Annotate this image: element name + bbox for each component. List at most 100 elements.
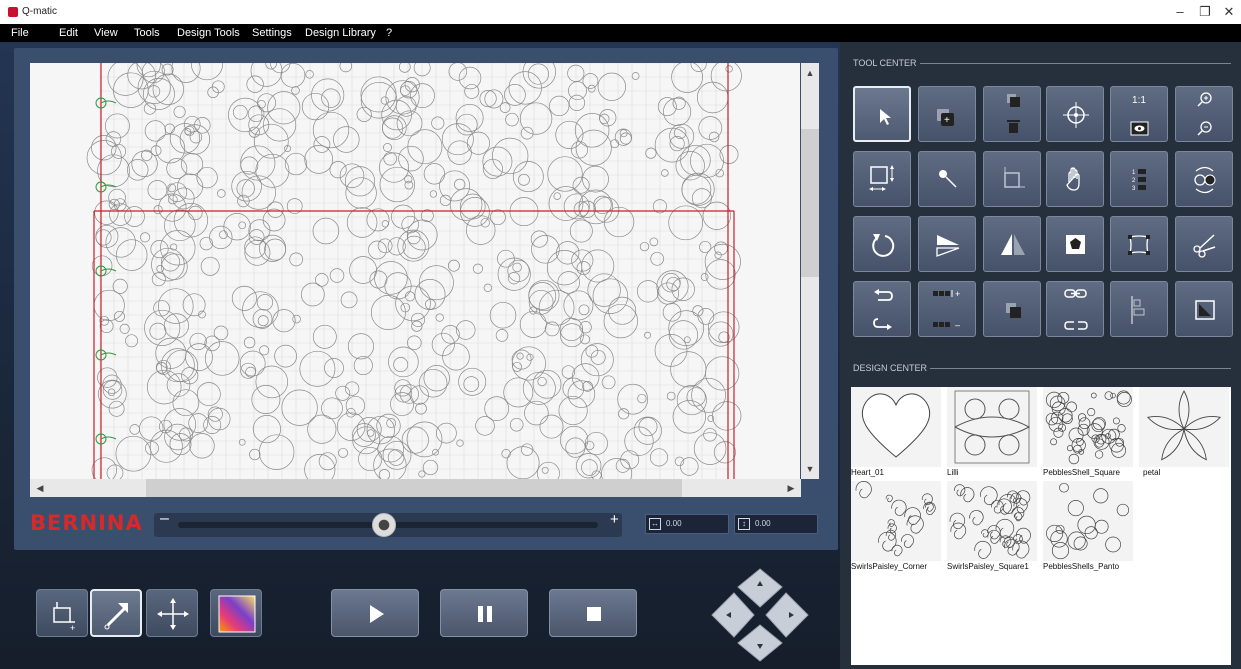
dpad-up-button[interactable] xyxy=(737,568,783,608)
menu-design-library[interactable]: Design Library xyxy=(305,27,376,39)
set-origin-button[interactable] xyxy=(1046,86,1104,142)
pause-button[interactable] xyxy=(440,589,528,637)
design-name: SwirlsPaisley_Square1 xyxy=(947,562,1029,571)
stitch-start-marker-icon[interactable] xyxy=(95,433,117,445)
vertical-scrollbar[interactable]: ▲ ▼ xyxy=(801,63,819,479)
crop-button[interactable] xyxy=(983,151,1041,207)
svg-text:+: + xyxy=(70,623,75,633)
scissors-icon xyxy=(1193,234,1216,258)
design-name: PebblesShell_Square xyxy=(1043,468,1120,477)
menu-design-tools[interactable]: Design Tools xyxy=(177,27,240,39)
rotate-button[interactable] xyxy=(853,216,911,272)
scroll-right-icon[interactable]: ▶ xyxy=(783,479,799,497)
skew-button[interactable] xyxy=(918,216,976,272)
duplicate-delete-button[interactable] xyxy=(983,86,1041,142)
y-coordinate-field[interactable]: ↕ 0.00 xyxy=(734,514,818,534)
link-unlink-button[interactable] xyxy=(1046,281,1104,337)
resize-button[interactable] xyxy=(853,151,911,207)
pan-button[interactable] xyxy=(1046,151,1104,207)
color-fill-button[interactable] xyxy=(210,589,262,637)
align-button[interactable] xyxy=(1110,281,1168,337)
swap-button[interactable] xyxy=(1175,151,1233,207)
resize-icon xyxy=(869,165,894,191)
mirror-button[interactable] xyxy=(983,216,1041,272)
vertical-scroll-thumb[interactable] xyxy=(801,129,819,277)
quilt-canvas[interactable] xyxy=(30,63,800,479)
petal-design-thumbnail xyxy=(1139,387,1229,467)
repeat-add-icon: + xyxy=(933,289,960,299)
zoom-in-button[interactable]: + xyxy=(610,511,619,528)
skew-icon xyxy=(936,235,960,257)
stitch-start-marker-icon[interactable] xyxy=(95,97,117,109)
close-button[interactable]: ✕ xyxy=(1215,3,1241,21)
hand-icon xyxy=(1066,167,1080,191)
design-pebblesshell-square[interactable]: PebblesShell_Square xyxy=(1043,387,1135,479)
design-petal[interactable]: petal xyxy=(1139,387,1231,479)
dpad-down-button[interactable] xyxy=(737,624,783,662)
stitch-start-marker-icon[interactable] xyxy=(95,349,117,361)
crosshair-icon xyxy=(1063,102,1089,128)
scroll-left-icon[interactable]: ◀ xyxy=(32,479,48,497)
unlink-icon xyxy=(1064,321,1088,330)
scroll-down-icon[interactable]: ▼ xyxy=(801,461,819,477)
menu-tools[interactable]: Tools xyxy=(134,27,160,39)
quilt-pattern-preview[interactable] xyxy=(30,63,800,479)
numbered-list-icon: 1 2 3 xyxy=(1132,169,1146,192)
svg-text:–: – xyxy=(955,320,960,330)
svg-text:2: 2 xyxy=(1132,178,1136,184)
arrange-button[interactable] xyxy=(983,281,1041,337)
horizontal-scroll-thumb[interactable] xyxy=(146,479,682,497)
add-design-button[interactable]: + xyxy=(918,86,976,142)
stitch-path-button[interactable] xyxy=(90,589,142,637)
minimize-button[interactable]: – xyxy=(1166,3,1194,21)
dpad-right-button[interactable] xyxy=(765,592,809,638)
width-arrows-icon: ↔ xyxy=(649,518,661,530)
distort-button[interactable] xyxy=(1110,216,1168,272)
tool-center-divider xyxy=(920,63,1231,64)
pentagon-outline-icon xyxy=(1066,235,1085,254)
menu-settings[interactable]: Settings xyxy=(252,27,292,39)
x-coordinate-value: 0.00 xyxy=(666,519,682,528)
design-heart-01[interactable]: Heart_01 xyxy=(851,387,943,479)
design-swirlspaisley-corner[interactable]: SwirlsPaisley_Corner xyxy=(851,481,943,573)
fit-area-icon xyxy=(1195,300,1215,320)
direction-pad[interactable] xyxy=(708,567,812,663)
horizontal-scrollbar[interactable]: ◀ ▶ xyxy=(30,479,801,497)
play-button[interactable] xyxy=(331,589,419,637)
outline-button[interactable] xyxy=(1046,216,1104,272)
repeat-add-remove-button[interactable]: + – xyxy=(918,281,976,337)
menu-help[interactable]: ? xyxy=(386,27,392,39)
link-icon xyxy=(1064,289,1087,298)
pebbles-square-design-thumbnail xyxy=(1043,387,1133,467)
node-edit-button[interactable] xyxy=(918,151,976,207)
select-tool-button[interactable] xyxy=(853,86,911,142)
menu-edit[interactable]: Edit xyxy=(59,27,78,39)
undo-redo-button[interactable] xyxy=(853,281,911,337)
fit-to-area-button[interactable] xyxy=(1175,281,1233,337)
cursor-arrow-icon xyxy=(880,109,891,125)
design-swirlspaisley-square1[interactable]: SwirlsPaisley_Square1 xyxy=(947,481,1039,573)
scroll-up-icon[interactable]: ▲ xyxy=(801,65,819,81)
view-actual-size-button[interactable]: 1:1 xyxy=(1110,86,1168,142)
play-icon xyxy=(370,605,384,623)
design-pebblesshells-panto[interactable]: PebblesShells_Panto xyxy=(1043,481,1135,573)
menu-view[interactable]: View xyxy=(94,27,118,39)
zoom-in-out-button[interactable] xyxy=(1175,86,1233,142)
design-lilli[interactable]: Lilli xyxy=(947,387,1039,479)
crop-add-button[interactable]: + xyxy=(36,589,88,637)
menu-file[interactable]: File xyxy=(11,27,29,39)
zoom-out-button[interactable]: – xyxy=(160,510,169,528)
move-arrows-icon xyxy=(157,598,189,630)
trash-icon xyxy=(1007,120,1020,133)
design-center-divider xyxy=(930,368,1231,369)
move-button[interactable] xyxy=(146,589,198,637)
dpad-left-button[interactable] xyxy=(711,592,755,638)
cut-button[interactable] xyxy=(1175,216,1233,272)
zoom-slider-handle[interactable] xyxy=(371,513,396,537)
stop-button[interactable] xyxy=(549,589,637,637)
x-coordinate-field[interactable]: ↔ 0.00 xyxy=(645,514,729,534)
sequence-button[interactable]: 1 2 3 xyxy=(1110,151,1168,207)
crop-add-icon: + xyxy=(53,602,75,633)
mirror-icon xyxy=(1001,234,1025,255)
menu-bar: File Edit View Tools Design Tools Settin… xyxy=(0,24,1241,42)
